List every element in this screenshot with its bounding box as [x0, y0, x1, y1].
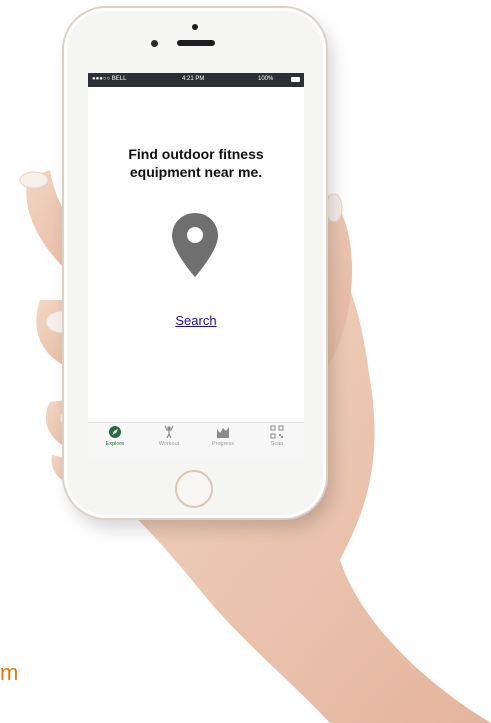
tab-explore[interactable]: Explore — [88, 425, 142, 455]
battery-percent: 100% — [258, 76, 274, 82]
app-screen: ●●●○○ BELL 4:21 PM 100% Find outdoor fit… — [88, 73, 304, 457]
status-time: 4:21 PM — [182, 76, 205, 82]
tab-workout-label: Workout — [158, 441, 180, 447]
tab-progress[interactable]: Progress — [196, 425, 250, 455]
bar-chart-icon — [216, 425, 230, 439]
tab-scan-label: Scan — [270, 441, 284, 447]
tab-progress-label: Progress — [211, 441, 234, 447]
tab-scan[interactable]: Scan — [250, 425, 304, 455]
front-camera-icon — [192, 24, 198, 30]
qr-code-icon — [270, 425, 284, 439]
page-title: Find outdoor fitness equipment near me. — [128, 146, 264, 180]
home-button[interactable] — [175, 470, 213, 508]
location-pin-icon — [172, 213, 218, 277]
search-link[interactable]: Search — [158, 313, 234, 328]
person-exercise-icon — [162, 425, 176, 439]
partial-brand-text: m — [0, 660, 19, 685]
tab-workout[interactable]: Workout — [142, 425, 196, 455]
tab-bar: Explore Workout Progress Scan — [88, 422, 304, 457]
status-bar: ●●●○○ BELL 4:21 PM 100% — [88, 73, 304, 87]
carrier-label: ●●●○○ BELL — [92, 76, 127, 82]
tab-explore-label: Explore — [105, 441, 125, 447]
earpiece-speaker — [177, 40, 215, 46]
compass-icon — [108, 425, 122, 439]
sensor-icon — [151, 40, 158, 47]
battery-icon — [291, 77, 300, 82]
